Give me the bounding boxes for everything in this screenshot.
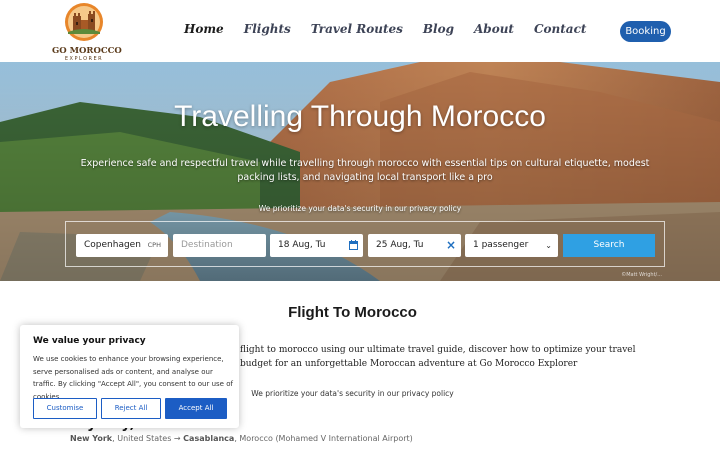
nav-about[interactable]: About — [474, 22, 514, 36]
customise-button[interactable]: Customise — [33, 398, 97, 419]
nav-home[interactable]: Home — [184, 22, 224, 36]
main-nav: Home Flights Travel Routes Blog About Co… — [184, 22, 586, 36]
flight-search-form: Copenhagen CPH Destination 18 Aug, Tu 25… — [65, 221, 665, 267]
origin-field[interactable]: Copenhagen CPH — [76, 234, 168, 257]
section-title: Flight To Morocco — [288, 304, 417, 321]
depart-date-value: 18 Aug, Tu — [278, 240, 326, 250]
hero-description: Experience safe and respectful travel wh… — [80, 158, 650, 183]
flight-route: New York, United States → Casablanca, Mo… — [70, 434, 413, 443]
destination-placeholder: Destination — [181, 240, 233, 250]
route-from-city: New York — [70, 434, 113, 443]
nav-contact[interactable]: Contact — [534, 22, 586, 36]
chevron-down-icon: ⌄ — [545, 241, 552, 250]
photo-credit: ©Matt Wright/... — [621, 272, 662, 278]
site-logo[interactable]: GO MOROCCO EXPLORER — [52, 2, 122, 62]
depart-date-field[interactable]: 18 Aug, Tu — [270, 234, 363, 257]
cookie-consent-banner: We value your privacy We use cookies to … — [20, 325, 239, 428]
destination-field[interactable]: Destination — [173, 234, 266, 257]
accept-all-button[interactable]: Accept All — [165, 398, 227, 419]
site-header: GO MOROCCO EXPLORER Home Flights Travel … — [0, 0, 720, 62]
clear-icon[interactable]: × — [446, 234, 456, 257]
return-date-value: 25 Aug, Tu — [376, 240, 424, 250]
nav-blog[interactable]: Blog — [423, 22, 454, 36]
route-to-city: Casablanca — [183, 434, 235, 443]
hero-section: Travelling Through Morocco Experience sa… — [0, 62, 720, 281]
return-date-field[interactable]: 25 Aug, Tu × — [368, 234, 461, 257]
search-button[interactable]: Search — [563, 234, 655, 257]
hero-privacy-note[interactable]: We prioritize your data's security in ou… — [0, 204, 720, 213]
logo-emblem-icon — [65, 3, 103, 41]
passengers-value: 1 passenger — [473, 240, 529, 250]
cookie-title: We value your privacy — [33, 336, 146, 346]
calendar-icon[interactable] — [349, 240, 358, 250]
nav-travel-routes[interactable]: Travel Routes — [311, 22, 403, 36]
nav-flights[interactable]: Flights — [244, 22, 291, 36]
passengers-select[interactable]: 1 passenger ⌄ — [465, 234, 558, 257]
logo-name: GO MOROCCO — [52, 46, 122, 56]
route-to-country: , Morocco (Mohamed V International Airpo… — [234, 434, 413, 443]
origin-value: Copenhagen — [84, 240, 141, 250]
cookie-text: We use cookies to enhance your browsing … — [33, 355, 233, 401]
hero-title: Travelling Through Morocco — [174, 100, 546, 133]
section-body: flight to morocco using our ultimate tra… — [240, 345, 636, 369]
booking-button[interactable]: Booking — [620, 21, 671, 42]
origin-code: CPH — [147, 241, 161, 249]
route-from-country: , United States → — [112, 434, 184, 443]
reject-all-button[interactable]: Reject All — [101, 398, 161, 419]
